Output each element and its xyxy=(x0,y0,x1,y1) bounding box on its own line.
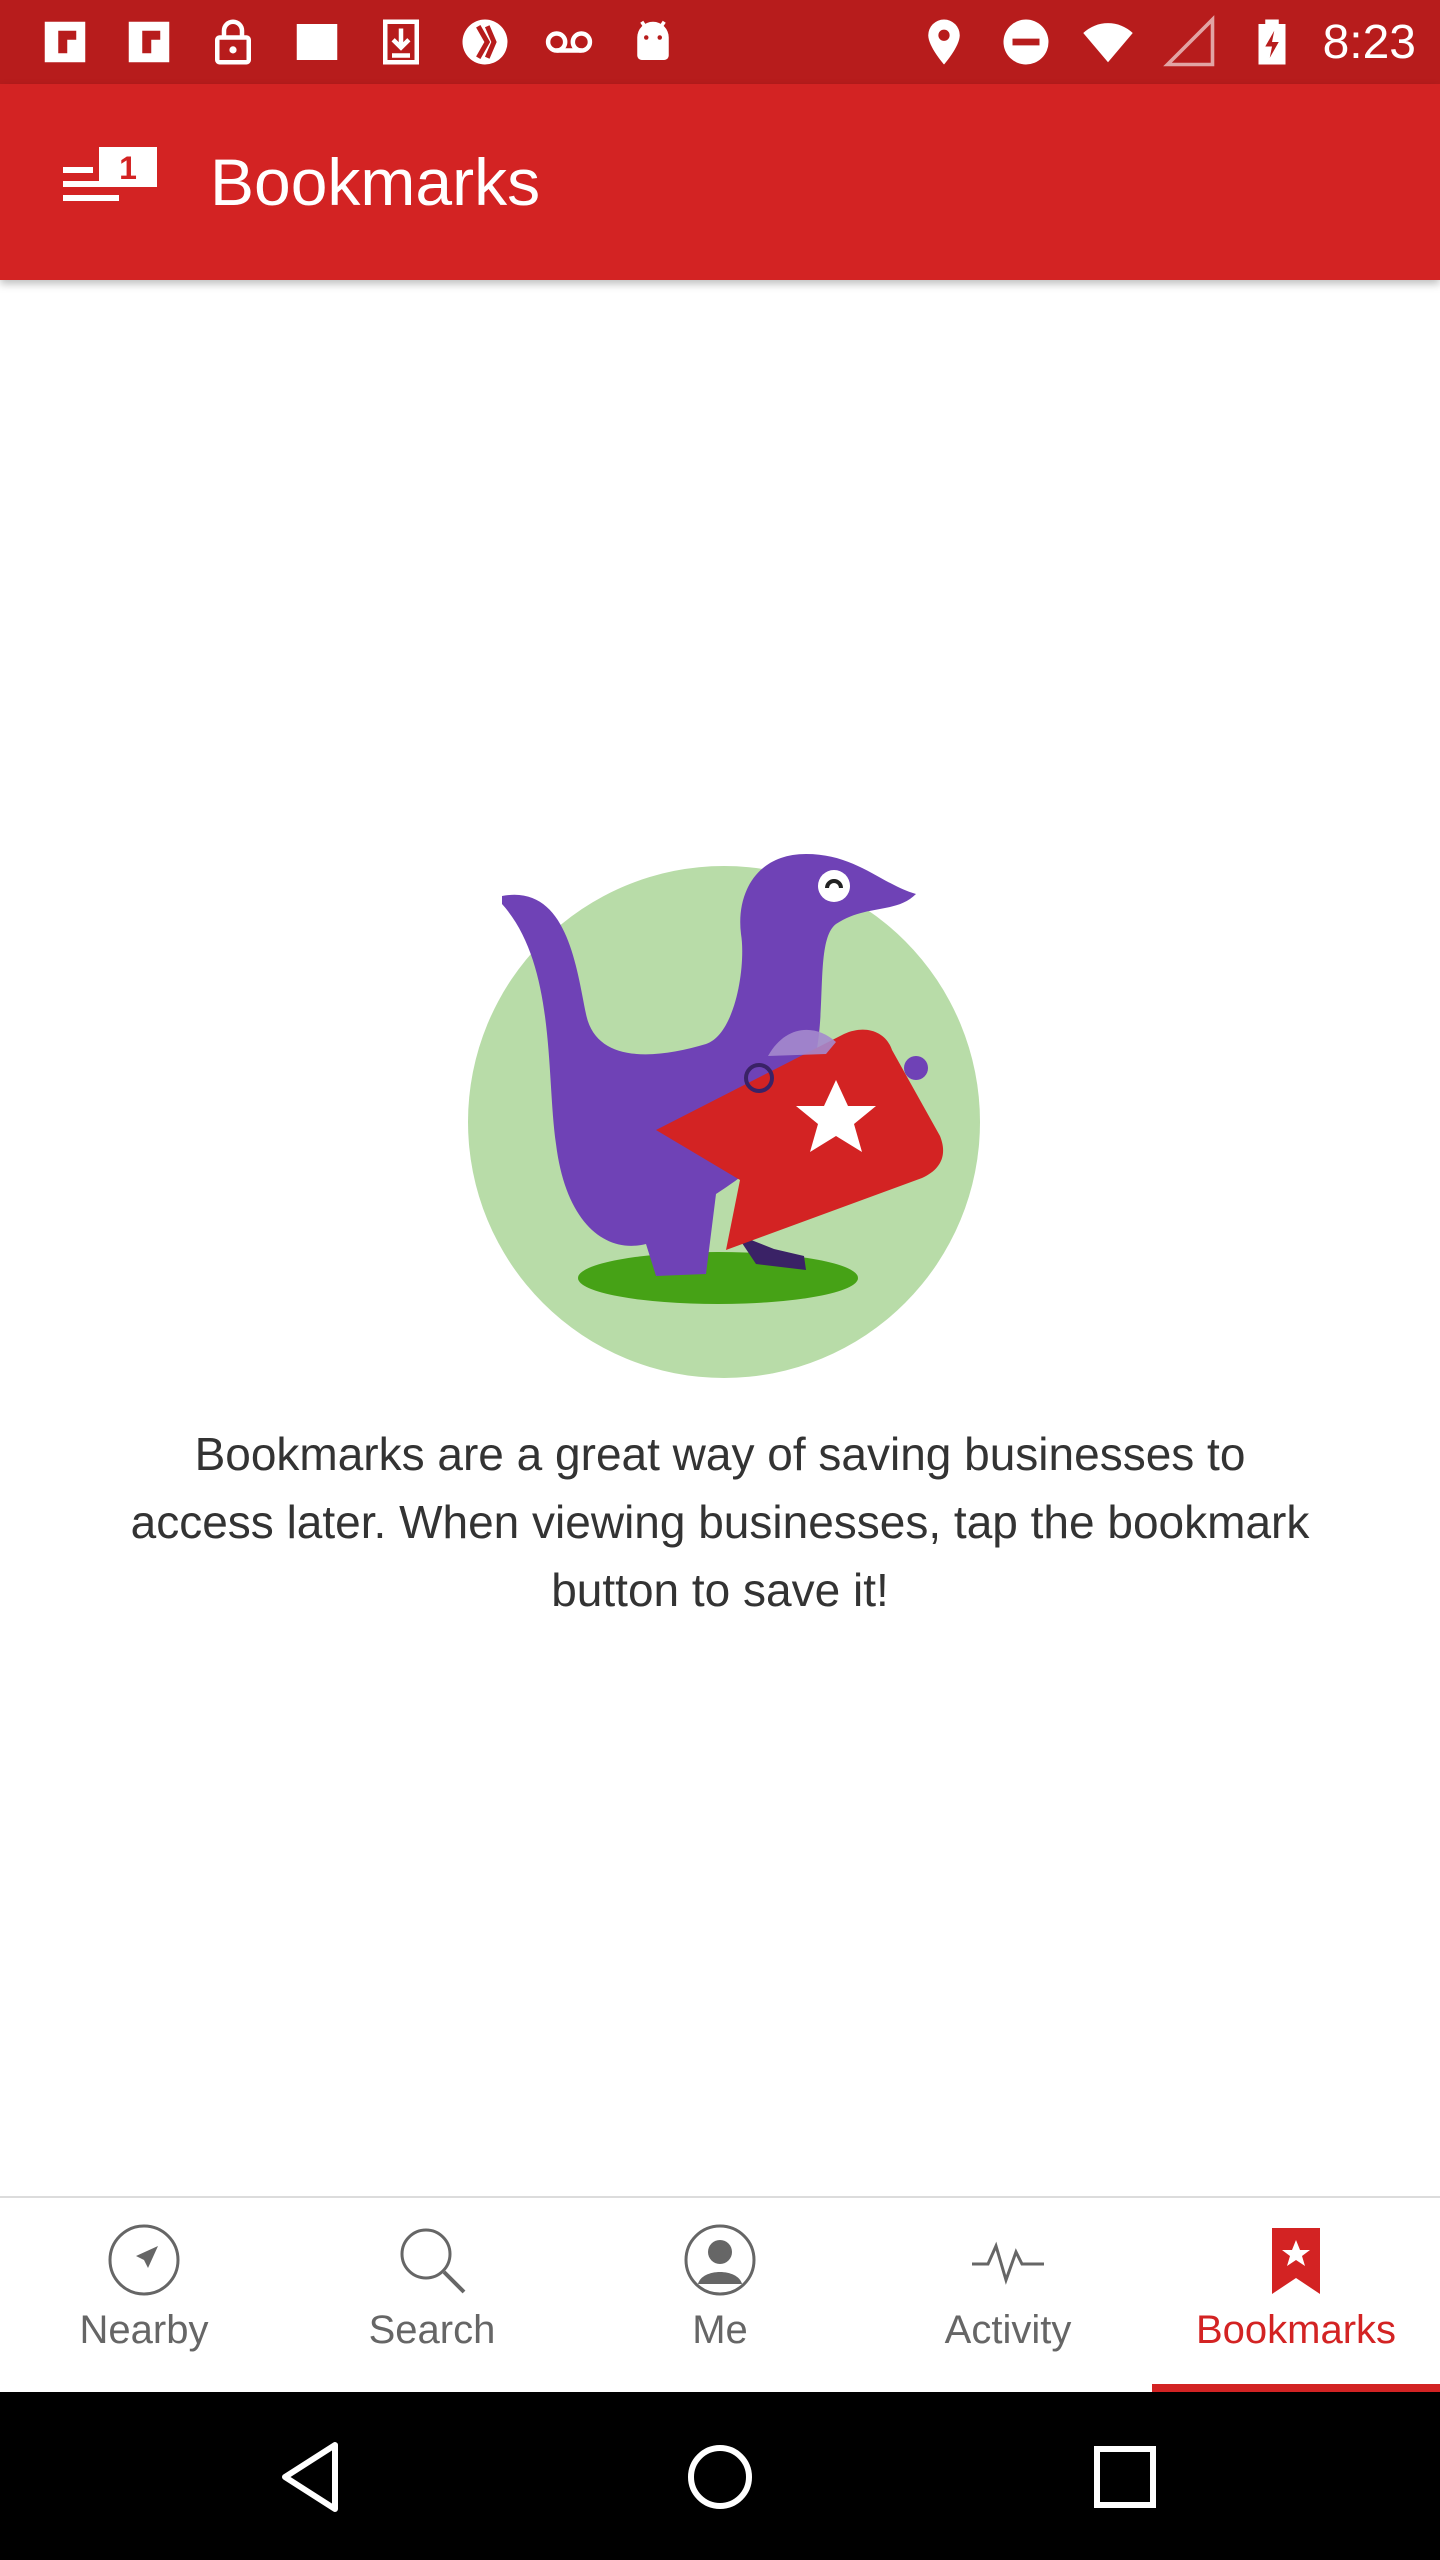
download-icon xyxy=(370,12,432,72)
signal-icon xyxy=(1159,12,1221,72)
menu-list-icon: 1 xyxy=(63,147,157,201)
nav-label-me: Me xyxy=(692,2308,748,2352)
app-bar: 1 Bookmarks xyxy=(0,84,1440,280)
nav-item-search[interactable]: Search xyxy=(288,2198,576,2394)
activity-icon xyxy=(966,2218,1050,2302)
menu-badge: 1 xyxy=(119,150,137,186)
compass-icon xyxy=(102,2218,186,2302)
back-icon[interactable] xyxy=(268,2432,358,2522)
nav-label-nearby: Nearby xyxy=(79,2308,209,2352)
app-icon xyxy=(454,12,516,72)
menu-button[interactable]: 1 xyxy=(56,130,166,230)
flipboard-icon xyxy=(118,12,180,72)
do-not-disturb-icon xyxy=(995,12,1057,72)
status-right-icons: 8:23 xyxy=(913,12,1416,72)
search-icon xyxy=(390,2218,474,2302)
lock-icon xyxy=(202,12,264,72)
recents-icon[interactable] xyxy=(1080,2432,1170,2522)
voicemail-icon xyxy=(538,12,600,72)
home-icon[interactable] xyxy=(675,2432,765,2522)
profile-icon xyxy=(678,2218,762,2302)
status-left-icons xyxy=(34,12,684,72)
square-icon xyxy=(286,12,348,72)
nav-item-nearby[interactable]: Nearby xyxy=(0,2198,288,2394)
location-icon xyxy=(913,12,975,72)
system-navigation-bar xyxy=(0,2392,1440,2560)
empty-state-message: Bookmarks are a great way of saving busi… xyxy=(130,1428,1310,1616)
nav-item-activity[interactable]: Activity xyxy=(864,2198,1152,2394)
android-icon xyxy=(622,12,684,72)
nav-label-activity: Activity xyxy=(944,2308,1072,2352)
battery-charging-icon xyxy=(1241,12,1303,72)
empty-state-illustration xyxy=(456,844,996,1384)
nav-label-bookmarks: Bookmarks xyxy=(1195,2308,1397,2352)
bottom-navigation: Nearby Search Me Activity Bookmarks xyxy=(0,2196,1440,2394)
status-bar: 8:23 xyxy=(0,0,1440,84)
nav-label-search: Search xyxy=(368,2308,496,2352)
grass-shadow xyxy=(578,1252,858,1304)
clock: 8:23 xyxy=(1322,15,1416,69)
wifi-icon xyxy=(1077,12,1139,72)
nav-item-me[interactable]: Me xyxy=(576,2198,864,2394)
page-title: Bookmarks xyxy=(210,145,541,219)
nav-item-bookmarks[interactable]: Bookmarks xyxy=(1152,2198,1440,2394)
bookmark-icon xyxy=(1254,2218,1338,2302)
flipboard-icon xyxy=(34,12,96,72)
